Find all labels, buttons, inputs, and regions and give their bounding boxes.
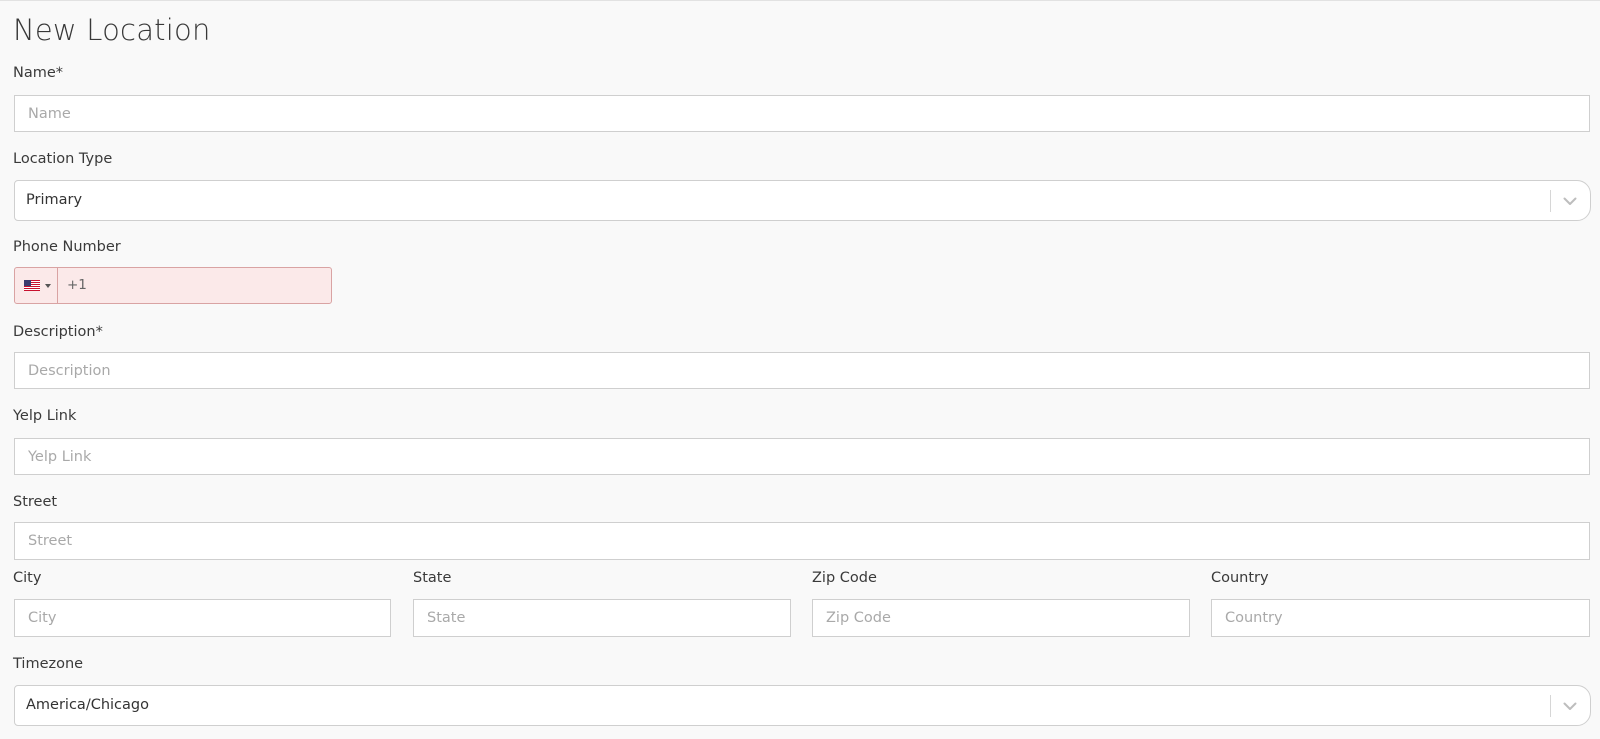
new-location-page: New Location Name* Location Type Primary… xyxy=(0,0,1600,739)
state-input[interactable] xyxy=(413,599,791,637)
street-label: Street xyxy=(13,494,58,510)
chevron-down-icon[interactable] xyxy=(1560,696,1580,716)
page-title: New Location xyxy=(13,13,211,47)
name-label: Name* xyxy=(13,65,64,81)
timezone-label: Timezone xyxy=(13,656,84,672)
phone-number-label: Phone Number xyxy=(13,239,121,255)
select-separator xyxy=(1550,190,1551,212)
country-label: Country xyxy=(1211,570,1269,586)
timezone-value: America/Chicago xyxy=(26,697,149,713)
us-flag-icon xyxy=(24,280,40,291)
timezone-select[interactable]: America/Chicago xyxy=(14,685,1591,726)
zip-code-label: Zip Code xyxy=(812,570,877,586)
city-input[interactable] xyxy=(14,599,391,637)
city-label: City xyxy=(13,570,42,586)
location-type-value: Primary xyxy=(26,192,83,208)
state-label: State xyxy=(413,570,452,586)
name-input[interactable] xyxy=(14,95,1590,132)
caret-down-icon xyxy=(45,284,51,288)
yelp-link-label: Yelp Link xyxy=(13,408,77,424)
location-type-select[interactable]: Primary xyxy=(14,180,1591,221)
location-type-label: Location Type xyxy=(13,151,113,167)
country-code-selector[interactable] xyxy=(15,268,58,303)
select-separator xyxy=(1550,695,1551,717)
phone-number-field[interactable]: +1 xyxy=(14,267,332,304)
description-label: Description* xyxy=(13,324,103,340)
country-input[interactable] xyxy=(1211,599,1590,637)
yelp-link-input[interactable] xyxy=(14,438,1590,475)
zip-code-input[interactable] xyxy=(812,599,1190,637)
street-input[interactable] xyxy=(14,522,1590,560)
description-input[interactable] xyxy=(14,352,1590,389)
dial-code: +1 xyxy=(67,277,87,293)
chevron-down-icon[interactable] xyxy=(1560,191,1580,211)
